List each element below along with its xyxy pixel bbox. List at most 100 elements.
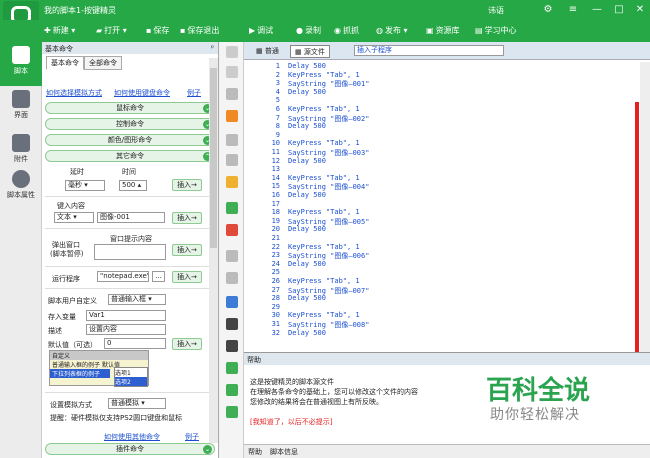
- debug-button[interactable]: ▶ 调试: [249, 24, 273, 38]
- line-number: 11: [271, 148, 280, 156]
- record-button[interactable]: ● 录制: [296, 24, 321, 38]
- find-icon[interactable]: [226, 318, 238, 330]
- nav-item-properties[interactable]: 脚本属性: [0, 166, 42, 210]
- insert-delay-button[interactable]: 插入→: [172, 179, 202, 191]
- group-plugin-commands[interactable]: 插件命令 ⌄: [45, 443, 215, 455]
- code-line: Delay 500: [288, 328, 326, 337]
- record-icon: ●: [296, 26, 303, 35]
- insert-popup-button[interactable]: 插入→: [172, 244, 202, 256]
- panel-header: 基本命令 ᵖ: [42, 42, 218, 54]
- capture-button[interactable]: ◉ 抓抓: [334, 24, 359, 38]
- cut-icon[interactable]: [226, 134, 238, 146]
- group-label: 鼠标命令: [116, 104, 144, 112]
- tab-script-info[interactable]: 脚本信息: [270, 447, 298, 457]
- settings-icon[interactable]: ⚙: [538, 3, 558, 17]
- popup-content-input[interactable]: [94, 244, 166, 260]
- publish-button[interactable]: ◍ 发布 ▾: [376, 24, 408, 38]
- link-other-commands[interactable]: 如何使用其他命令: [104, 432, 160, 442]
- uncomment-icon[interactable]: [226, 224, 238, 236]
- store-var-input[interactable]: Var1: [86, 310, 166, 321]
- tab-all-commands[interactable]: 全部命令: [84, 56, 122, 70]
- default-input[interactable]: 0: [104, 338, 166, 349]
- line-number: 24: [271, 259, 280, 268]
- new-button[interactable]: ✚ 新建 ▾: [44, 24, 75, 38]
- desc-input[interactable]: 设置内容: [86, 324, 166, 335]
- insert-subroutine-select[interactable]: 插入子程序: [354, 45, 504, 56]
- pin-icon[interactable]: ᵖ: [211, 44, 214, 52]
- popup-pause-label: (脚本暂停): [50, 250, 84, 258]
- line-number: 27: [271, 285, 280, 294]
- scroll-thumb[interactable]: [210, 68, 217, 248]
- main-toolbar: ✚ 新建 ▾ ▰ 打开 ▾ ▪ 保存 ▪ 保存退出 ▶ 调试 ● 录制 ◉ 抓抓 ◍ 发布 ▾ …: [0, 20, 650, 42]
- up-arrow-icon[interactable]: [226, 46, 238, 58]
- group-control-commands[interactable]: 控制命令 ⌄: [45, 118, 215, 130]
- nav-item-interface[interactable]: 界面: [0, 86, 42, 130]
- insert-custom-button[interactable]: 插入→: [172, 338, 202, 350]
- link-example[interactable]: 例子: [187, 88, 201, 98]
- tab-basic-commands[interactable]: 基本命令: [46, 56, 84, 70]
- new-label: 新建: [52, 26, 69, 35]
- resource-library-button[interactable]: ▣ 资源库: [426, 24, 460, 38]
- delay-value-input[interactable]: 500 ▴: [119, 180, 147, 191]
- code-area[interactable]: 1 Delay 500 2 KeyPress "Tab", 1 3 SayString "…: [244, 62, 640, 352]
- close-button[interactable]: ✕: [630, 3, 650, 17]
- code-line: KeyPress "Tab", 1: [288, 173, 360, 182]
- panel-scrollbar[interactable]: [209, 58, 218, 443]
- sim-mode-select[interactable]: 普通模拟 ▾: [108, 398, 166, 409]
- open-button[interactable]: ▰ 打开 ▾: [96, 24, 127, 38]
- comment-icon[interactable]: [226, 202, 238, 214]
- browse-button[interactable]: ...: [152, 271, 165, 282]
- tab-help[interactable]: 帮助: [248, 447, 262, 457]
- bookmark-icon[interactable]: [226, 362, 238, 374]
- group-mouse-commands[interactable]: 鼠标命令 ⌄: [45, 102, 215, 114]
- group-color-commands[interactable]: 颜色/图形命令 ⌄: [45, 134, 215, 146]
- text-value-input[interactable]: 图像-001: [97, 212, 165, 223]
- play-icon: ▶: [249, 26, 256, 35]
- undo-icon[interactable]: [226, 250, 238, 262]
- open-label: 打开: [104, 26, 121, 35]
- divider: [45, 288, 215, 289]
- hand-icon[interactable]: [226, 110, 238, 122]
- maximize-button[interactable]: □: [609, 3, 629, 17]
- link-example-2[interactable]: 例子: [185, 432, 199, 442]
- nav-label: 附件: [14, 155, 28, 163]
- tab-source-view[interactable]: ▦ 源文件: [290, 45, 330, 58]
- run-program-label: 运行程序: [52, 275, 80, 283]
- insert-run-button[interactable]: 插入→: [172, 271, 202, 283]
- down-arrow-icon[interactable]: [226, 66, 238, 78]
- user-name[interactable]: 讳语: [488, 5, 504, 16]
- cursor-icon[interactable]: [226, 88, 238, 100]
- copy-icon[interactable]: [226, 154, 238, 166]
- store-var-label: 存入变量: [48, 313, 76, 321]
- text-type-select[interactable]: 文本 ▾: [54, 212, 94, 223]
- key-content-label: 键入内容: [57, 202, 85, 210]
- delay-unit-select[interactable]: 毫秒 ▾: [65, 180, 105, 191]
- line-number: 17: [271, 199, 280, 208]
- divider: [45, 266, 215, 267]
- code-line: Delay 500: [288, 225, 326, 234]
- dismiss-tip-link[interactable]: [我知道了，以后不必提示]: [250, 417, 332, 427]
- save-exit-button[interactable]: ▪ 保存退出: [180, 24, 219, 38]
- minimize-button[interactable]: —: [587, 3, 607, 17]
- view-icon[interactable]: [226, 406, 238, 418]
- nav-item-script[interactable]: 脚本: [0, 42, 42, 86]
- save-label: 保存: [153, 26, 170, 35]
- learning-center-button[interactable]: ▤ 学习中心: [475, 24, 517, 38]
- redo-icon[interactable]: [226, 272, 238, 284]
- line-number: 14: [271, 173, 280, 182]
- tab-normal-view[interactable]: ▦ 普通: [252, 45, 283, 58]
- run-program-input[interactable]: "notepad.exe": [97, 271, 149, 282]
- replace-icon[interactable]: [226, 340, 238, 352]
- menu-icon[interactable]: ≡: [563, 3, 583, 17]
- paste-icon[interactable]: [226, 176, 238, 188]
- link-keyboard-commands[interactable]: 如何使用键盘命令: [114, 88, 170, 98]
- group-other-commands[interactable]: 其它命令 ⌃: [45, 150, 215, 162]
- save-button[interactable]: ▪ 保存: [146, 24, 169, 38]
- custom-mode-select[interactable]: 普通输入框 ▾: [108, 294, 166, 305]
- image-icon[interactable]: [226, 384, 238, 396]
- insert-key-button[interactable]: 插入→: [172, 212, 202, 224]
- editor-scrollbar[interactable]: [640, 62, 650, 352]
- code-line: KeyPress "Tab", 1: [288, 311, 360, 320]
- goto-icon[interactable]: [226, 296, 238, 308]
- link-simulation-mode[interactable]: 如何选择模拟方式: [46, 88, 102, 98]
